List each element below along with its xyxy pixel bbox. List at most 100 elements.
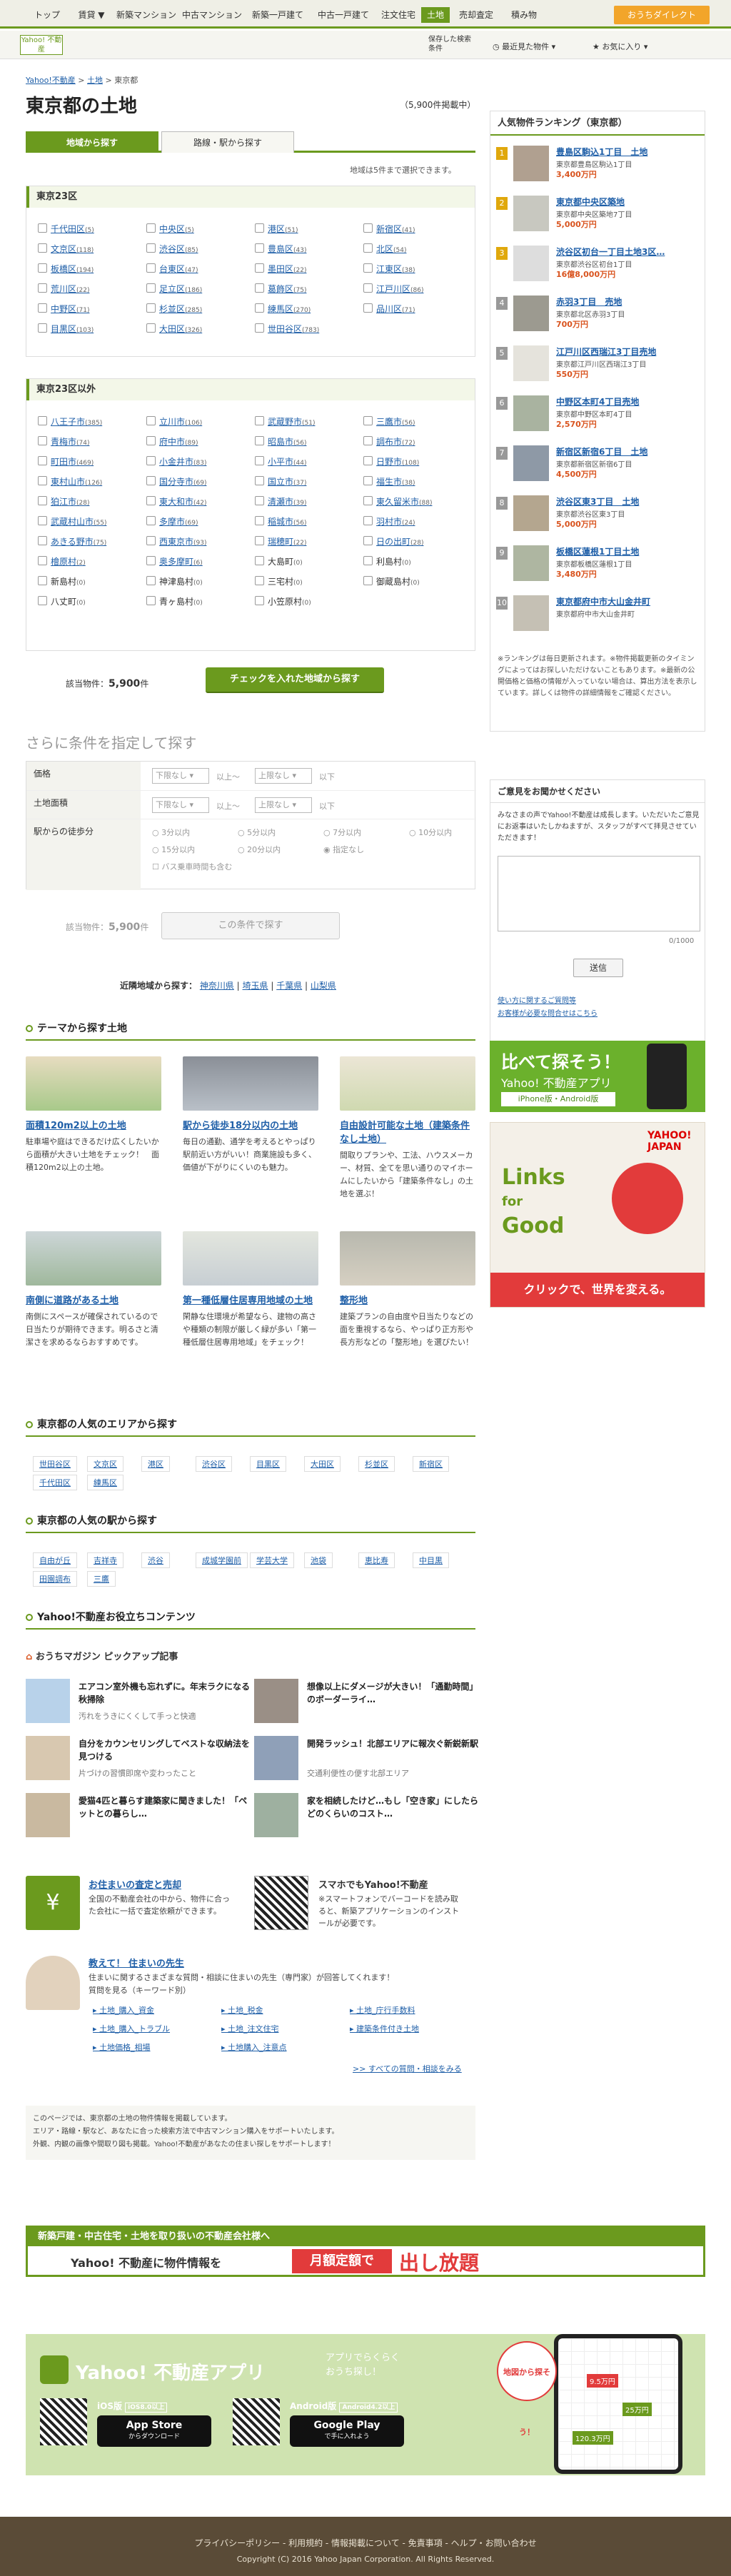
agency-banner[interactable]: 新築戸建・中古住宅・土地を取り扱いの不動産会社様へ Yahoo! 不動産に物件情… <box>26 2226 705 2277</box>
other-item[interactable]: 三鷹市(56) <box>363 412 468 432</box>
rank-thumbnail[interactable] <box>513 146 549 181</box>
ranking-item[interactable]: 8 渋谷区東3丁目 土地 東京都渋谷区東3丁目 5,000万円 <box>490 495 705 538</box>
checkbox[interactable] <box>146 576 156 585</box>
area-name[interactable]: 豊島区(43) <box>268 243 307 255</box>
other-item[interactable]: 昭島市(56) <box>255 432 359 452</box>
nav-new-mansion[interactable]: 新築マンション <box>114 7 178 23</box>
area-name[interactable]: 羽村市(24) <box>376 515 415 527</box>
tokyo23-item[interactable]: 葛飾区(75) <box>255 279 359 299</box>
tab-area[interactable]: 地域から探す <box>26 131 158 153</box>
checkbox[interactable] <box>363 496 373 505</box>
article-thumbnail[interactable] <box>26 1793 70 1837</box>
crumb-yahoo[interactable]: Yahoo!不動産 <box>26 76 76 85</box>
checkbox[interactable] <box>38 263 47 273</box>
other-item[interactable]: 日野市(108) <box>363 452 468 472</box>
rank-title[interactable]: 渋谷区東3丁目 土地 <box>556 495 639 507</box>
article-item[interactable]: エアコン室外機も忘れずに。年末ラクになる秋掃除 汚れをうきにくくして手っと快適 <box>26 1679 254 1726</box>
checkbox[interactable] <box>255 436 264 445</box>
tokyo23-item[interactable]: 荒川区(22) <box>38 279 142 299</box>
other-item[interactable]: 東大和市(42) <box>146 492 251 512</box>
area-name[interactable]: 杉並区(285) <box>159 303 202 315</box>
rank-title[interactable]: 東京都府中市大山金井町 <box>556 595 650 607</box>
area-name[interactable]: 東大和市(42) <box>159 495 207 507</box>
chip-link[interactable]: 吉祥寺 <box>87 1552 123 1568</box>
theme-image[interactable] <box>183 1056 318 1111</box>
checkbox[interactable] <box>38 416 47 425</box>
other-item[interactable]: 神津島村(0) <box>146 572 251 592</box>
checkbox[interactable] <box>363 303 373 313</box>
checkbox[interactable] <box>38 303 47 313</box>
ranking-item[interactable]: 6 中野区本町4丁目売地 東京都中野区本町4丁目 2,570万円 <box>490 395 705 438</box>
tokyo23-item[interactable]: 江戸川区(86) <box>363 279 468 299</box>
area-name[interactable]: 文京区(118) <box>51 243 94 255</box>
walk-opt-7[interactable]: ○ 7分以内 <box>323 827 361 838</box>
feedback-send-button[interactable]: 送信 <box>573 959 623 977</box>
tokyo23-item[interactable]: 千代田区(5) <box>38 219 142 239</box>
tokyo23-item[interactable]: 杉並区(285) <box>146 299 251 319</box>
area-name[interactable]: あきる野市(75) <box>51 535 106 547</box>
walk-opt-20[interactable]: ○ 20分以内 <box>238 844 281 855</box>
checkbox[interactable] <box>363 516 373 525</box>
feedback-link-inquiry[interactable]: お客様が必要な問合せはこちら <box>498 1007 598 1018</box>
article-title[interactable]: エアコン室外機も忘れずに。年末ラクになる秋掃除 <box>79 1680 250 1706</box>
qa-keyword-link[interactable]: ▸ 土地価格_相場 <box>93 2041 151 2053</box>
other-item[interactable]: 青梅市(74) <box>38 432 142 452</box>
area-name[interactable]: 墨田区(22) <box>268 263 307 275</box>
theme-card[interactable]: 面積120m2以上の土地 駐車場や庭はできるだけ広くしたいから面積が大きい土地をチ… <box>26 1056 161 1174</box>
area-name[interactable]: 港区(51) <box>268 223 298 235</box>
checkbox[interactable] <box>363 263 373 273</box>
footer-links[interactable]: プライバシーポリシー - 利用規約 - 情報掲載について - 免責事項 - ヘル… <box>0 2537 731 2549</box>
rank-title[interactable]: 赤羽3丁目 売地 <box>556 296 622 308</box>
other-item[interactable]: 狛江市(28) <box>38 492 142 512</box>
area-name[interactable]: 練馬区(270) <box>268 303 311 315</box>
other-item[interactable]: 武蔵野市(51) <box>255 412 359 432</box>
other-item[interactable]: 国立市(37) <box>255 472 359 492</box>
article-thumbnail[interactable] <box>26 1679 70 1723</box>
nav-new-house[interactable]: 新築一戸建て <box>246 7 310 23</box>
nav-used-house[interactable]: 中古一戸建て <box>311 7 375 23</box>
tokyo23-item[interactable]: 品川区(71) <box>363 299 468 319</box>
nearby-saitama[interactable]: 埼玉県 <box>243 981 268 991</box>
checkbox[interactable] <box>363 576 373 585</box>
area-name[interactable]: 台東区(47) <box>159 263 198 275</box>
feedback-link-usage[interactable]: 使い方に関するご質問等 <box>498 994 576 1005</box>
tokyo23-item[interactable]: 練馬区(270) <box>255 299 359 319</box>
other-item[interactable]: 調布市(72) <box>363 432 468 452</box>
promo-sell-title[interactable]: お住まいの査定と売却 <box>89 1877 181 1891</box>
other-item[interactable]: 立川市(106) <box>146 412 251 432</box>
search-by-area-button[interactable]: チェックを入れた地域から探す <box>206 667 384 693</box>
area-name[interactable]: 立川市(106) <box>159 415 202 428</box>
other-item[interactable]: 羽村市(24) <box>363 512 468 532</box>
article-title[interactable]: 想像以上にダメージが大きい！「通勤時間」のボーダーライ… <box>307 1680 478 1706</box>
ranking-item[interactable]: 7 新宿区新宿6丁目 土地 東京都新宿区新宿6丁目 4,500万円 <box>490 445 705 488</box>
tokyo23-item[interactable]: 文京区(118) <box>38 239 142 259</box>
area-name[interactable]: 国分寺市(69) <box>159 475 207 488</box>
article-item[interactable]: 自分をカウンセリングしてベストな収納法を見つける 片づけの習慣即席や変わったこと <box>26 1736 254 1783</box>
other-item[interactable]: 八丈町(0) <box>38 592 142 612</box>
tokyo23-item[interactable]: 足立区(186) <box>146 279 251 299</box>
tokyo23-item[interactable]: 渋谷区(85) <box>146 239 251 259</box>
nearby-yamanashi[interactable]: 山梨県 <box>311 981 336 991</box>
area-name[interactable]: 武蔵野市(51) <box>268 415 316 428</box>
app-big-banner[interactable]: Yahoo! 不動産アプリ アプリでらくらく おうち探し！ iOS版 iOS8.0… <box>26 2334 705 2475</box>
walk-opt-none[interactable]: ◉ 指定なし <box>323 844 364 855</box>
nav-sale[interactable]: 売却査定 <box>451 7 501 23</box>
checkbox[interactable] <box>255 323 264 333</box>
area-name[interactable]: 三鷹市(56) <box>376 415 415 428</box>
area-name[interactable]: 渋谷区(85) <box>159 243 198 255</box>
checkbox[interactable] <box>146 416 156 425</box>
checkbox[interactable] <box>146 456 156 465</box>
qa-title[interactable]: 教えて！ 住まいの先生 <box>89 1956 184 1969</box>
qa-more-link[interactable]: >> すべての質問・相談をみる <box>353 2063 462 2074</box>
rank-thumbnail[interactable] <box>513 445 549 481</box>
qa-keyword-link[interactable]: ▸ 土地_購入_トラブル <box>93 2023 170 2034</box>
chip-link[interactable]: 大田区 <box>304 1456 341 1472</box>
area-name[interactable]: 日野市(108) <box>376 455 419 468</box>
checkbox[interactable] <box>38 323 47 333</box>
checkbox[interactable] <box>255 263 264 273</box>
theme-card[interactable]: 駅から徒歩18分以内の土地 毎日の通勤、通学を考えるとやっぱり駅前近い方がいい！商… <box>183 1056 318 1174</box>
area-name[interactable]: 千代田区(5) <box>51 223 94 235</box>
other-item[interactable]: 大島町(0) <box>255 552 359 572</box>
area-name[interactable]: 大田区(326) <box>159 323 202 335</box>
chip-link[interactable]: 世田谷区 <box>33 1456 77 1472</box>
